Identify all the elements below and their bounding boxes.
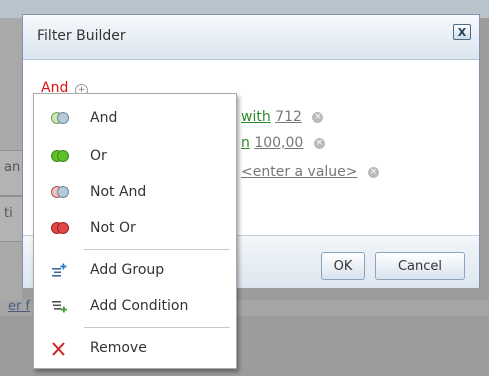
close-icon: X xyxy=(457,25,467,39)
menu-item-not-and[interactable]: Not And xyxy=(34,174,236,210)
menu-item-label: Add Condition xyxy=(90,298,189,314)
remove-condition-icon[interactable]: × xyxy=(367,166,379,178)
not-and-group-icon xyxy=(50,185,70,199)
menu-item-remove[interactable]: Remove xyxy=(34,330,236,366)
menu-item-not-or[interactable]: Not Or xyxy=(34,210,236,246)
or-group-icon xyxy=(50,149,70,163)
dialog-header: Filter Builder X xyxy=(23,15,479,60)
ok-button[interactable]: OK xyxy=(321,252,365,280)
menu-item-and[interactable]: And xyxy=(34,100,236,136)
condition-value-link[interactable]: 712 xyxy=(275,109,302,125)
menu-item-label: Not Or xyxy=(90,220,136,236)
background-text: ti xyxy=(4,206,13,221)
menu-item-label: Add Group xyxy=(90,262,165,278)
menu-separator xyxy=(84,249,230,250)
condition-operator-link[interactable]: with xyxy=(241,109,271,125)
close-button[interactable]: X xyxy=(453,24,471,40)
add-condition-icon xyxy=(50,299,70,313)
menu-item-label: Remove xyxy=(90,340,147,356)
menu-item-label: And xyxy=(90,110,118,126)
dialog-title: Filter Builder xyxy=(37,28,126,44)
menu-item-label: Not And xyxy=(90,184,147,200)
menu-item-label: Or xyxy=(90,148,107,164)
remove-icon xyxy=(50,341,70,356)
remove-condition-icon[interactable]: × xyxy=(313,137,325,149)
menu-item-or[interactable]: Or xyxy=(34,138,236,174)
menu-item-add-condition[interactable]: Add Condition xyxy=(34,288,236,324)
not-or-group-icon xyxy=(50,221,70,235)
condition-row: with 712 × xyxy=(241,109,324,129)
add-group-icon xyxy=(50,263,70,277)
group-context-menu: And Or Not And Not Or Add Group Add Cond… xyxy=(33,93,237,369)
condition-value-link[interactable]: 100,00 xyxy=(254,135,303,151)
condition-value-link[interactable]: <enter a value> xyxy=(241,164,358,180)
and-group-icon xyxy=(50,111,70,125)
cancel-button[interactable]: Cancel xyxy=(375,252,465,280)
menu-item-add-group[interactable]: Add Group xyxy=(34,252,236,288)
condition-operator-link[interactable]: n xyxy=(241,135,250,151)
remove-condition-icon[interactable]: × xyxy=(312,111,324,123)
background-text: an xyxy=(4,160,21,175)
menu-separator xyxy=(84,327,230,328)
condition-row: <enter a value> × xyxy=(241,164,379,184)
condition-row: n 100,00 × xyxy=(241,135,325,155)
background-link: er f xyxy=(8,299,31,314)
